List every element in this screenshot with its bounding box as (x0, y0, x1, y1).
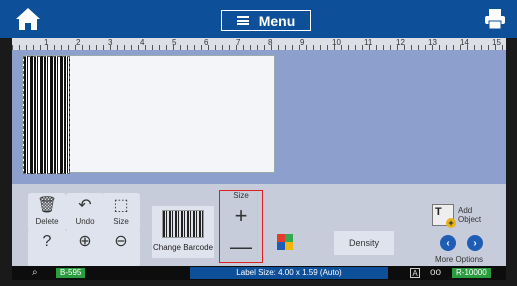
label-size-text: Label Size: 4.00 x 1.59 (Auto) (190, 267, 388, 279)
home-icon (16, 8, 40, 30)
auto-indicator: A (410, 268, 420, 278)
density-button[interactable]: Density (334, 231, 394, 255)
delete-label: Delete (35, 217, 59, 226)
add-object-button[interactable]: T + Add Object (432, 200, 492, 230)
color-swatch (277, 242, 285, 250)
minus-icon: — (230, 234, 252, 259)
printer-icon (485, 9, 505, 30)
edit-toolbar: 🗑 Delete ↶ Undo ⬚ Size ? ⊕ ⊖ Change Barc… (12, 184, 506, 267)
add-object-icon: T + (432, 204, 456, 228)
color-button[interactable] (277, 234, 293, 250)
undo-icon: ↶ (78, 197, 92, 214)
previous-button[interactable]: ‹ (440, 235, 456, 251)
home-button[interactable] (14, 6, 42, 32)
size-decrease-button[interactable]: — (226, 234, 256, 259)
resize-button[interactable]: ⬚ Size (102, 193, 140, 231)
more-options-label: More Options (435, 255, 484, 264)
status-bar: ⌕ B-595 Label Size: 4.00 x 1.59 (Auto) A… (12, 266, 506, 280)
undo-label: Undo (75, 217, 95, 226)
selected-barcode-object[interactable] (23, 56, 70, 174)
zoom-out-button[interactable]: ⊖ (102, 229, 140, 267)
barcode-icon (162, 210, 204, 238)
search-icon[interactable]: ⌕ (32, 267, 38, 278)
next-button[interactable]: › (467, 235, 483, 251)
zoom-in-button[interactable]: ⊕ (66, 229, 104, 267)
size-label: Size (113, 217, 129, 226)
size-group-label: Size (233, 191, 249, 200)
color-swatch (285, 242, 293, 250)
color-swatch (277, 234, 285, 242)
menu-button[interactable]: Menu (221, 10, 311, 31)
size-increase-button[interactable]: + (226, 202, 256, 229)
add-object-label-1: Add (458, 206, 473, 215)
size-group: Size + — (219, 190, 263, 263)
density-label: Density (348, 238, 379, 248)
color-swatch (285, 234, 293, 242)
editor-canvas[interactable] (12, 50, 506, 184)
ribbon-icon: oo (430, 267, 442, 278)
chevron-right-icon: › (473, 237, 477, 249)
add-object-label-2: Object (458, 215, 482, 224)
zoom-out-icon: ⊖ (114, 233, 128, 250)
trash-icon: 🗑 (36, 197, 58, 214)
change-barcode-button[interactable]: Change Barcode (152, 206, 214, 258)
undo-button[interactable]: ↶ Undo (66, 193, 104, 231)
print-button[interactable] (484, 8, 506, 30)
zoom-in-icon: ⊕ (78, 233, 92, 250)
top-bar: Menu (0, 0, 517, 38)
ribbon-part-badge: R-10000 (452, 268, 491, 278)
change-barcode-label: Change Barcode (152, 243, 214, 252)
question-icon: ? (42, 233, 52, 250)
help-button[interactable]: ? (28, 229, 66, 267)
delete-button[interactable]: 🗑 Delete (28, 193, 66, 231)
resize-icon: ⬚ (113, 197, 129, 214)
hamburger-icon (236, 16, 249, 25)
label-preview[interactable] (22, 55, 275, 174)
label-part-badge: B-595 (56, 268, 86, 278)
menu-label: Menu (258, 12, 296, 29)
chevron-left-icon: ‹ (446, 237, 450, 249)
plus-icon: + (234, 202, 248, 228)
